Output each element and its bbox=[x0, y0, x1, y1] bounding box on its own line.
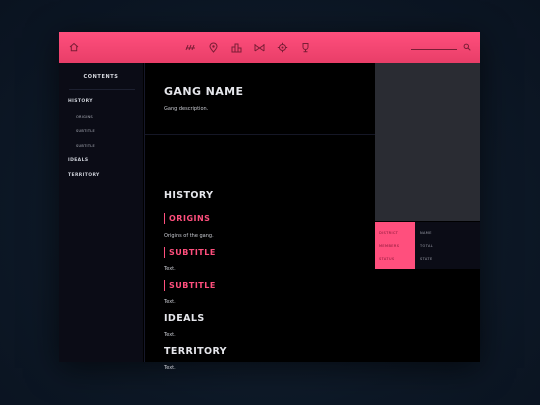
sidebar-item-territory[interactable]: TERRITORY bbox=[68, 173, 100, 178]
history-heading: HISTORY bbox=[164, 190, 214, 201]
gear-icon[interactable] bbox=[277, 42, 288, 53]
infobox-label-status: STATUS bbox=[379, 257, 395, 261]
contents-title: CONTENTS bbox=[83, 74, 119, 80]
gang-description: Gang description. bbox=[164, 106, 209, 112]
header-divider bbox=[145, 134, 376, 135]
subtitle-text-2: Text. bbox=[164, 299, 176, 305]
search-icon[interactable] bbox=[463, 43, 471, 51]
infobox-label-district: DISTRICT bbox=[379, 231, 399, 235]
location-pin-icon[interactable] bbox=[208, 42, 219, 53]
origins-text: Origins of the gang. bbox=[164, 233, 214, 239]
page-title: GANG NAME bbox=[164, 85, 244, 98]
home-icon[interactable] bbox=[69, 42, 79, 52]
infobox-value-members: TOTAL bbox=[420, 244, 434, 248]
bridge-icon[interactable] bbox=[254, 42, 265, 53]
subtitle-heading-1: SUBTITLE bbox=[164, 247, 216, 258]
top-navigation-bar bbox=[59, 32, 480, 63]
subtitle-text-1: Text. bbox=[164, 266, 176, 272]
search-underline bbox=[411, 49, 457, 50]
buildings-icon[interactable] bbox=[231, 42, 242, 53]
district-icon[interactable] bbox=[185, 42, 196, 53]
ideals-heading: IDEALS bbox=[164, 313, 205, 324]
territory-text: Text. bbox=[164, 365, 176, 371]
sidebar-item-origins[interactable]: ORIGINS bbox=[76, 115, 93, 119]
infobox-label-members: MEMBERS bbox=[379, 244, 400, 248]
sidebar-item-history[interactable]: HISTORY bbox=[68, 99, 93, 104]
article-content: GANG NAME Gang description. HISTORY ORIG… bbox=[144, 63, 376, 371]
sidebar-item-ideals[interactable]: IDEALS bbox=[68, 158, 88, 163]
infobox-value-district: NAME bbox=[420, 231, 432, 235]
gang-image-placeholder bbox=[375, 63, 480, 221]
sidebar-item-subtitle-1[interactable]: SUBTITLE bbox=[76, 129, 95, 133]
infobox-value-status: STATE bbox=[420, 257, 433, 261]
territory-heading: TERRITORY bbox=[164, 346, 227, 357]
subtitle-heading-2: SUBTITLE bbox=[164, 280, 216, 291]
contents-sidebar bbox=[59, 63, 143, 362]
app-window: CONTENTS HISTORY ORIGINS SUBTITLE SUBTIT… bbox=[59, 32, 480, 371]
nav-icon-group bbox=[185, 42, 311, 53]
ideals-text: Text. bbox=[164, 332, 176, 338]
contents-divider bbox=[69, 89, 135, 90]
origins-heading: ORIGINS bbox=[164, 213, 210, 224]
trophy-icon[interactable] bbox=[300, 42, 311, 53]
sidebar-item-subtitle-2[interactable]: SUBTITLE bbox=[76, 144, 95, 148]
infobox: DISTRICT NAME MEMBERS TOTAL STATUS STATE bbox=[375, 222, 480, 269]
